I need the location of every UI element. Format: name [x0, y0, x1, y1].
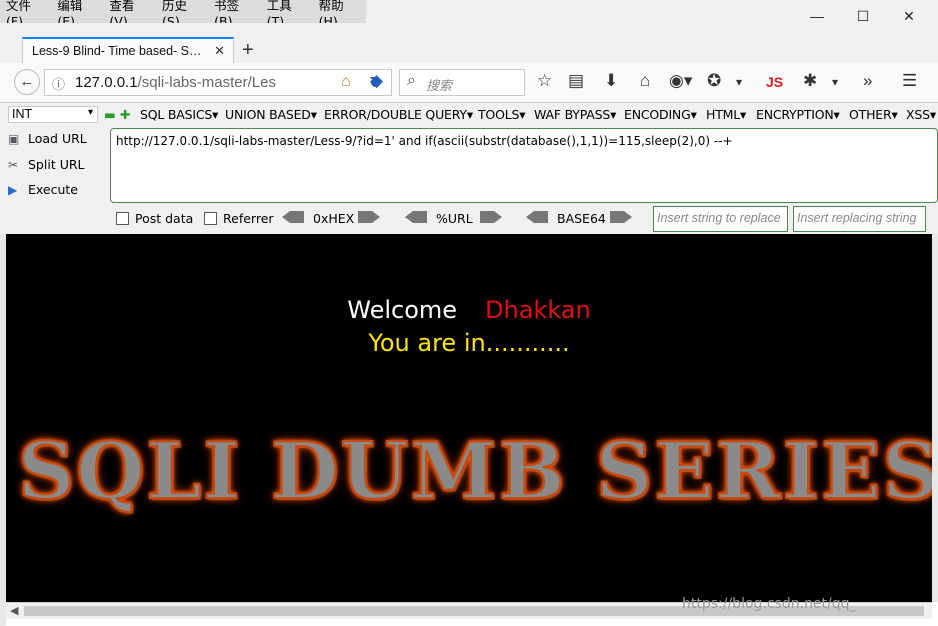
welcome-text: Welcome [347, 296, 458, 324]
menu-sql-basics[interactable]: SQL BASICS▾ [140, 107, 218, 122]
hamburger-menu-icon[interactable]: ☰ [902, 71, 917, 91]
bug-icon[interactable]: ✱ [803, 71, 817, 91]
watermark: https://blog.csdn.net/qq_ [682, 596, 857, 612]
replacing-string-input[interactable]: Insert replacing string [793, 206, 926, 232]
url-host: 127.0.0.1 [75, 74, 138, 91]
status-message: You are in........... [368, 329, 570, 357]
split-url-icon: ✂ [8, 158, 19, 172]
url-textarea-value: http://127.0.0.1/sqli-labs-master/Less-9… [116, 134, 733, 148]
tab-title: Less-9 Blind- Time based- S… [32, 44, 202, 58]
dropdown-icon[interactable]: ▾ [736, 75, 742, 89]
menu-html[interactable]: HTML▾ [706, 107, 746, 122]
search-input[interactable]: ⌕ 搜索 [399, 69, 525, 96]
hackbar-panel: INT ▾ ▬ ✚ SQL BASICS▾ UNION BASED▾ ERROR… [0, 103, 938, 234]
scroll-left-icon[interactable]: ◀ [10, 604, 18, 617]
referrer-checkbox-box[interactable] [204, 212, 217, 225]
tab-close-icon[interactable]: ✕ [214, 43, 225, 59]
welcome-line: Welcome Dhakkan [6, 296, 932, 324]
load-url-icon: ▣ [8, 132, 20, 146]
hackbar-icon[interactable]: ◆ [370, 71, 383, 91]
palette-icon[interactable]: ✪ [707, 71, 721, 91]
menu-items: 文件(F) 编辑(E) 查看(V) 历史(S) 书签(B) 工具(T) 帮助(H… [0, 0, 366, 29]
chevron-down-icon: ▾ [87, 107, 93, 118]
home-button-icon[interactable]: ⌂ [640, 71, 650, 91]
referrer-label: Referrer [223, 211, 274, 226]
search-placeholder: 搜索 [426, 78, 453, 93]
url-encode-arrow-icon[interactable] [480, 211, 502, 223]
menu-error-double-query[interactable]: ERROR/DOUBLE QUERY▾ [324, 107, 473, 122]
menu-encoding[interactable]: ENCODING▾ [624, 107, 697, 122]
url-path: /sqli-labs-master/Les [137, 74, 276, 91]
overflow-icon[interactable]: » [863, 71, 872, 91]
execute-button[interactable]: ▶ Execute [8, 182, 78, 197]
menu-tools[interactable]: TOOLS▾ [478, 107, 525, 122]
tab-strip: Less-9 Blind- Time based- S… ✕ + [0, 23, 938, 65]
url-text: 127.0.0.1/sqli-labs-master/Les [75, 74, 276, 91]
search-icon: ⌕ [407, 72, 416, 89]
url-textarea[interactable]: http://127.0.0.1/sqli-labs-master/Less-9… [110, 128, 938, 203]
referrer-checkbox[interactable]: Referrer [204, 211, 274, 226]
load-url-label: Load URL [28, 131, 87, 146]
plus-icon[interactable]: ✚ [120, 107, 130, 122]
hex-encode-arrow-icon[interactable] [358, 211, 380, 223]
execute-label: Execute [28, 182, 78, 197]
base64-label: BASE64 [557, 211, 606, 226]
menu-waf-bypass[interactable]: WAF BYPASS▾ [534, 107, 616, 122]
url-bar[interactable]: ⓘ 127.0.0.1/sqli-labs-master/Les ⌂ ↻ [44, 69, 392, 96]
home-icon[interactable]: ⌂ [341, 73, 351, 91]
post-data-checkbox-box[interactable] [116, 212, 129, 225]
page-content: Welcome Dhakkan You are in........... SQL… [6, 234, 932, 602]
menu-bar: 文件(F) 编辑(E) 查看(V) 历史(S) 书签(B) 工具(T) 帮助(H… [0, 0, 938, 29]
sqli-dumb-series-banner: SQLI DUMB SERIES- [17, 425, 932, 518]
type-select[interactable]: INT ▾ [8, 106, 98, 123]
menu-union-based[interactable]: UNION BASED▾ [225, 107, 317, 122]
split-url-label: Split URL [28, 157, 85, 172]
info-icon[interactable]: ⓘ [52, 74, 65, 93]
post-data-checkbox[interactable]: Post data [116, 211, 193, 226]
js-toggle-icon[interactable]: JS [766, 74, 783, 90]
replace-string-input[interactable]: Insert string to replace [653, 206, 788, 232]
type-select-value: INT [12, 107, 33, 121]
dropdown-icon-2[interactable]: ▾ [832, 75, 838, 89]
menu-other[interactable]: OTHER▾ [849, 107, 898, 122]
reading-list-icon[interactable]: ▤ [568, 71, 584, 91]
url-decode-arrow-icon[interactable] [405, 211, 427, 223]
execute-icon: ▶ [8, 183, 18, 197]
url-enc-label: %URL [436, 211, 473, 226]
post-data-label: Post data [135, 211, 194, 226]
back-icon[interactable]: ← [14, 69, 40, 95]
split-url-button[interactable]: ✂ Split URL [8, 157, 85, 172]
bookmark-star-icon[interactable]: ☆ [537, 71, 552, 91]
new-tab-button[interactable]: + [242, 39, 254, 62]
menu-encryption[interactable]: ENCRYPTION▾ [756, 107, 840, 122]
user-name: Dhakkan [485, 296, 591, 324]
base64-encode-arrow-icon[interactable] [610, 211, 632, 223]
download-icon[interactable]: ⬇ [604, 71, 618, 91]
hex-decode-arrow-icon[interactable] [282, 211, 304, 223]
tab-active[interactable]: Less-9 Blind- Time based- S… ✕ [22, 37, 234, 65]
hex-label: 0xHEX [313, 211, 355, 226]
base64-decode-arrow-icon[interactable] [526, 211, 548, 223]
navigation-bar: ← ⓘ 127.0.0.1/sqli-labs-master/Les ⌂ ↻ ◆… [0, 63, 938, 103]
globe-icon[interactable]: ◉▾ [669, 71, 692, 91]
load-url-button[interactable]: ▣ Load URL [8, 131, 87, 146]
minus-icon[interactable]: ▬ [104, 107, 116, 122]
vertical-scrollbar[interactable] [932, 234, 938, 602]
menu-xss[interactable]: XSS▾ [906, 107, 936, 122]
